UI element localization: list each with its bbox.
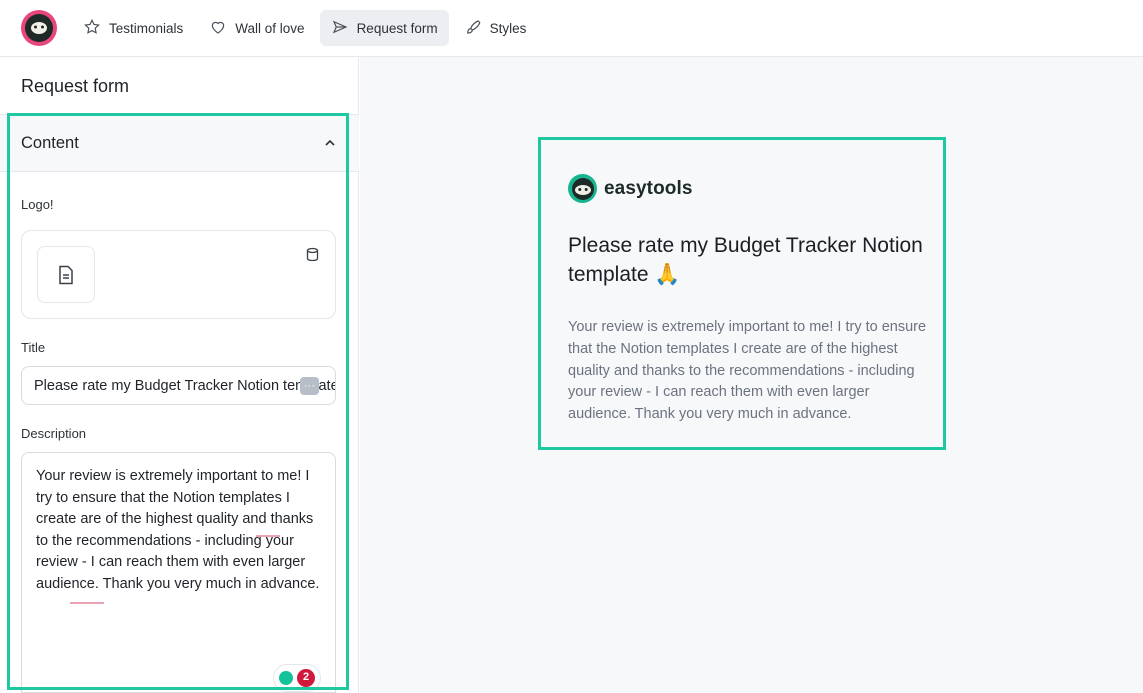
highlight-box [7, 113, 349, 690]
brush-icon [464, 18, 482, 39]
nav-label: Request form [356, 20, 438, 36]
highlight-box [538, 137, 946, 450]
nav-wall-of-love[interactable]: Wall of love [198, 10, 315, 46]
nav-label: Styles [489, 20, 527, 36]
send-icon [331, 18, 349, 39]
sloth-logo-icon [25, 14, 53, 42]
nav-request-form[interactable]: Request form [319, 10, 449, 46]
nav-styles[interactable]: Styles [453, 10, 538, 46]
panel-title: Request form [21, 76, 130, 96]
heart-icon [209, 18, 227, 39]
top-navigation: Testimonials Wall of love Request form S… [0, 0, 1143, 57]
star-icon [83, 18, 101, 39]
nav-label: Wall of love [235, 20, 305, 36]
nav-label: Testimonials [109, 20, 184, 36]
app-logo[interactable] [21, 10, 57, 46]
nav-testimonials[interactable]: Testimonials [72, 10, 194, 46]
